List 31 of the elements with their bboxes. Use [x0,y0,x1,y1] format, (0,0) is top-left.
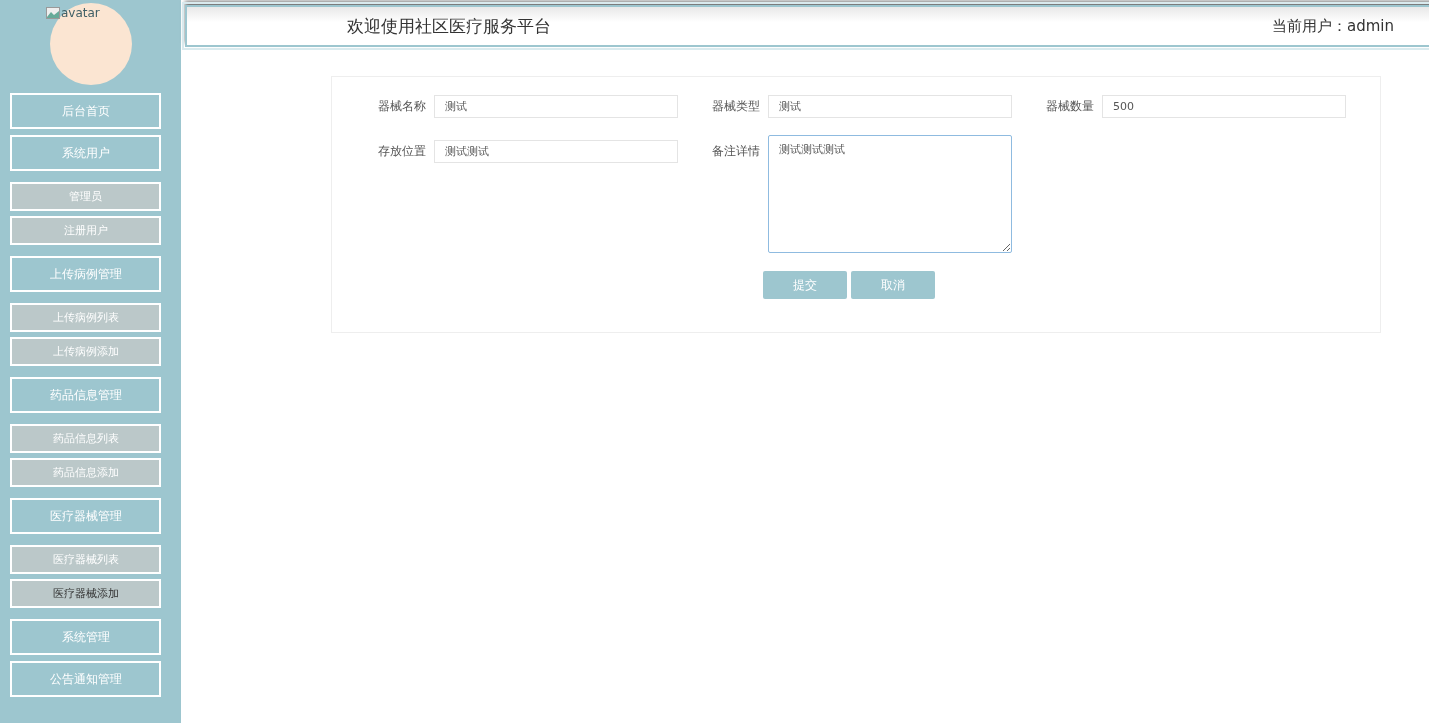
input-field[interactable]: 测试 [434,95,678,118]
input-field[interactable]: 测试测试 [434,140,678,163]
nav-group-item[interactable]: 后台首页 [10,93,161,129]
nav-group-item[interactable]: 系统管理 [10,619,161,655]
nav-group-item[interactable]: 上传病例管理 [10,256,161,292]
field-label: 器械类型 [712,98,761,115]
input-field[interactable]: 500 [1102,95,1346,118]
broken-image-icon [46,7,60,19]
input-field[interactable]: 测试 [768,95,1012,118]
nav-item[interactable]: 药品信息添加 [10,458,161,487]
nav-group-item[interactable]: 系统用户 [10,135,161,171]
field-label: 备注详情 [712,143,761,160]
cancel-button[interactable]: 取消 [851,271,935,299]
nav-item[interactable]: 注册用户 [10,216,161,245]
nav-item[interactable]: 上传病例列表 [10,303,161,332]
field-label: 器械名称 [378,98,427,115]
nav-item[interactable]: 药品信息列表 [10,424,161,453]
page-title: 欢迎使用社区医疗服务平台 [347,14,551,38]
nav-item[interactable]: 医疗器械列表 [10,545,161,574]
submit-button[interactable]: 提交 [763,271,847,299]
nav-group-item[interactable]: 公告通知管理 [10,661,161,697]
nav-group-item[interactable]: 药品信息管理 [10,377,161,413]
field-label: 存放位置 [378,143,427,160]
textarea-field[interactable]: 测试测试测试 [768,135,1012,253]
nav-group-item[interactable]: 医疗器械管理 [10,498,161,534]
avatar-alt-text: avatar [61,6,100,20]
nav-item[interactable]: 上传病例添加 [10,337,161,366]
field-label: 器械数量 [1046,98,1095,115]
nav-item[interactable]: 管理员 [10,182,161,211]
nav-item[interactable]: 医疗器械添加 [10,579,161,608]
current-user: 当前用户：admin [1272,16,1394,36]
